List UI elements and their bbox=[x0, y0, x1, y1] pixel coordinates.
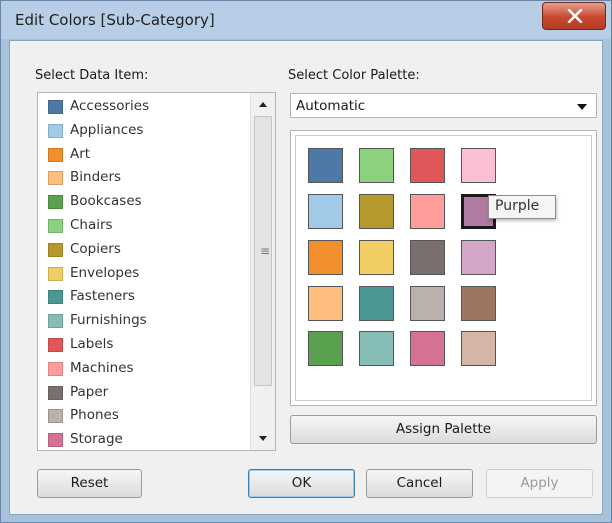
palette-select-value: Automatic bbox=[296, 98, 366, 114]
list-item[interactable]: Labels bbox=[38, 333, 243, 356]
select-data-item-label: Select Data Item: bbox=[35, 68, 149, 83]
color-swatch bbox=[48, 195, 63, 210]
palette-swatch[interactable] bbox=[359, 240, 394, 275]
scroll-down-button[interactable] bbox=[251, 427, 275, 449]
tooltip-text: Purple bbox=[495, 198, 540, 214]
palette-swatch[interactable] bbox=[461, 148, 496, 183]
palette-swatch[interactable] bbox=[461, 286, 496, 321]
list-item-label: Appliances bbox=[70, 121, 144, 138]
close-button[interactable] bbox=[542, 2, 606, 30]
palette-swatch[interactable] bbox=[308, 148, 343, 183]
palette-swatch[interactable] bbox=[359, 331, 394, 366]
dialog-title: Edit Colors [Sub-Category] bbox=[15, 11, 215, 29]
color-swatch bbox=[48, 385, 63, 400]
palette-swatch[interactable] bbox=[308, 240, 343, 275]
list-item-label: Paper bbox=[70, 383, 109, 400]
select-color-palette-label: Select Color Palette: bbox=[288, 68, 420, 83]
scroll-thumb[interactable]: ≡ bbox=[254, 116, 272, 386]
color-swatch bbox=[48, 433, 63, 448]
color-swatch bbox=[48, 242, 63, 257]
palette-swatch[interactable] bbox=[359, 286, 394, 321]
list-item-label: Binders bbox=[70, 169, 122, 186]
list-item[interactable]: Furnishings bbox=[38, 309, 243, 332]
title-bar[interactable]: Edit Colors [Sub-Category] bbox=[1, 1, 611, 39]
list-item[interactable]: Accessories bbox=[38, 95, 243, 118]
close-x-icon bbox=[567, 9, 583, 23]
list-item[interactable]: Appliances bbox=[38, 119, 243, 142]
palette-swatch[interactable] bbox=[410, 286, 445, 321]
color-swatch bbox=[48, 100, 63, 114]
color-swatch bbox=[48, 171, 63, 186]
palette-swatch[interactable] bbox=[359, 194, 394, 229]
list-item[interactable]: Fasteners bbox=[38, 285, 243, 308]
list-item-label: Bookcases bbox=[70, 193, 142, 210]
palette-swatch[interactable] bbox=[410, 240, 445, 275]
color-swatch bbox=[48, 123, 63, 138]
palette-swatch[interactable] bbox=[410, 194, 445, 229]
list-item-label: Fasteners bbox=[70, 288, 135, 305]
list-item[interactable]: Bookcases bbox=[38, 190, 243, 213]
reset-button[interactable]: Reset bbox=[37, 469, 142, 498]
palette-select[interactable]: Automatic bbox=[290, 93, 597, 118]
list-item[interactable]: Paper bbox=[38, 381, 243, 404]
list-item[interactable]: Storage bbox=[38, 428, 243, 450]
color-swatch bbox=[48, 338, 63, 352]
palette-swatch[interactable] bbox=[410, 331, 445, 366]
swatch-grid bbox=[295, 135, 592, 401]
list-item-label: Phones bbox=[70, 407, 119, 424]
palette-swatch[interactable] bbox=[461, 331, 496, 366]
palette-swatch[interactable] bbox=[359, 148, 394, 183]
color-swatch bbox=[48, 409, 63, 424]
list-item-label: Furnishings bbox=[70, 312, 147, 329]
palette-swatch[interactable] bbox=[461, 240, 496, 275]
list-item[interactable]: Envelopes bbox=[38, 262, 243, 285]
dropdown-arrow-icon bbox=[577, 104, 587, 110]
color-swatch bbox=[48, 290, 63, 305]
apply-button[interactable]: Apply bbox=[486, 469, 593, 498]
color-swatch bbox=[48, 314, 63, 329]
dialog-body: Select Data Item: Accessories Appliances A… bbox=[9, 40, 603, 515]
color-swatch bbox=[48, 147, 63, 162]
list-item[interactable]: Copiers bbox=[38, 238, 243, 261]
palette-swatch[interactable] bbox=[308, 194, 343, 229]
list-item-label: Accessories bbox=[70, 98, 150, 114]
color-swatch bbox=[48, 361, 63, 376]
scroll-up-button[interactable] bbox=[251, 93, 275, 115]
list-item[interactable]: Machines bbox=[38, 357, 243, 380]
ok-button[interactable]: OK bbox=[248, 469, 355, 498]
list-item-label: Labels bbox=[70, 336, 114, 352]
list-item[interactable]: Art bbox=[38, 143, 243, 166]
color-swatch bbox=[48, 266, 63, 281]
list-item-label: Copiers bbox=[70, 240, 121, 257]
assign-palette-button[interactable]: Assign Palette bbox=[290, 415, 597, 444]
palette-swatch[interactable] bbox=[410, 148, 445, 183]
cancel-button[interactable]: Cancel bbox=[366, 469, 473, 498]
triangle-down-icon bbox=[259, 436, 267, 441]
scroll-grip-icon: ≡ bbox=[260, 244, 271, 258]
list-scrollbar[interactable]: ≡ bbox=[250, 93, 275, 450]
palette-swatch[interactable] bbox=[308, 331, 343, 366]
list-item-label: Envelopes bbox=[70, 264, 140, 281]
edit-colors-dialog: Edit Colors [Sub-Category] Select Data I… bbox=[0, 0, 612, 523]
swatch-tooltip: Purple bbox=[488, 195, 556, 219]
list-item[interactable]: Phones bbox=[38, 404, 243, 427]
color-swatch bbox=[48, 219, 63, 233]
list-item[interactable]: Chairs bbox=[38, 214, 243, 237]
data-item-list[interactable]: Accessories Appliances Art Binders Bookcases… bbox=[37, 92, 276, 451]
triangle-up-icon bbox=[259, 102, 267, 107]
list-item-label: Art bbox=[70, 145, 91, 162]
list-item-label: Machines bbox=[70, 359, 134, 376]
palette-swatch-panel bbox=[290, 130, 597, 406]
palette-swatch[interactable] bbox=[308, 286, 343, 321]
list-item-label: Storage bbox=[70, 431, 123, 448]
list-item[interactable]: Binders bbox=[38, 166, 243, 189]
list-item-label: Chairs bbox=[70, 217, 113, 233]
